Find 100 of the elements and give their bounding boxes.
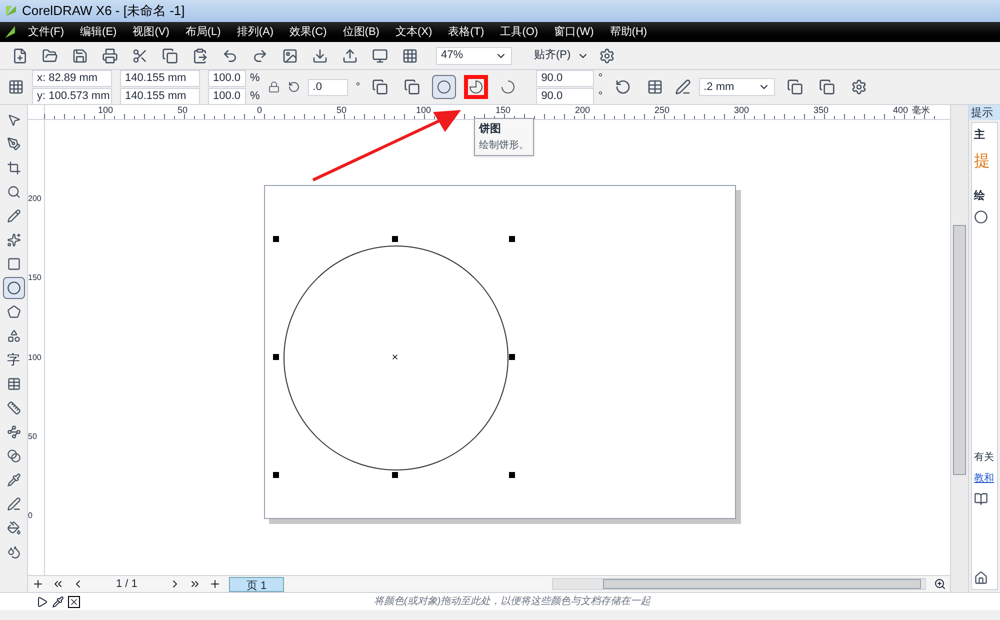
palette-hint: 将颜色(或对象)拖动至此处，以便将这些颜色与文档存储在一起 [374, 594, 651, 609]
outline-dropdown[interactable]: .2 mm [698, 78, 775, 96]
scissors-icon [132, 48, 148, 64]
menu-item[interactable]: 窗口(W) [546, 24, 602, 40]
selection-handle[interactable] [509, 354, 515, 360]
circle-icon [974, 210, 988, 224]
gear-icon [850, 79, 867, 95]
input-field[interactable]: 100.0 [208, 88, 246, 104]
pen-icon [6, 137, 20, 151]
selection-handle[interactable] [273, 472, 279, 478]
image-icon [282, 48, 298, 64]
ruler-label: 100 [416, 105, 432, 115]
app-logo-icon [4, 25, 16, 39]
zoom-dropdown[interactable]: 47% [436, 46, 512, 64]
selection-handle[interactable] [392, 472, 398, 478]
input-field[interactable]: 140.155 mm [120, 70, 200, 86]
lock-icon [268, 81, 280, 93]
pipette-icon [52, 596, 64, 608]
ruler-icon [6, 401, 20, 415]
page-count: 1 / 1 [116, 576, 138, 592]
rotate-icon [288, 81, 300, 93]
ruler-label: 50 [178, 105, 188, 115]
selection-handle[interactable] [392, 236, 398, 242]
menu-item[interactable]: 布局(L) [177, 24, 229, 40]
ruler-label: 250 [654, 105, 670, 115]
vertical-scrollbar[interactable] [950, 105, 968, 592]
magnifier-icon [6, 185, 20, 199]
square-icon [6, 257, 20, 271]
blend-icon [6, 449, 20, 463]
input-field[interactable]: 90.0 [536, 88, 594, 104]
ruler-label: 50 [336, 105, 347, 115]
circle-icon [437, 80, 452, 94]
arc-icon [501, 80, 516, 94]
input-field[interactable]: y: 100.573 mm [32, 88, 112, 104]
ruler-unit: 毫米 [912, 105, 930, 115]
menu-item[interactable]: 工具(O) [492, 24, 546, 40]
menu-item[interactable]: 视图(V) [124, 24, 178, 40]
sparkles-icon [6, 233, 20, 247]
pipette-icon [6, 473, 20, 487]
input-field[interactable]: .0 [308, 78, 348, 96]
window-title: CorelDRAW X6 - [未命名 -1] [22, 2, 185, 20]
ruler-label: 350 [814, 105, 829, 115]
home-icon [974, 571, 988, 585]
center-mark-icon [391, 353, 399, 361]
arc-type-button[interactable] [464, 75, 488, 99]
input-field[interactable]: 140.155 mm [120, 88, 200, 104]
menu-item[interactable]: 效果(C) [282, 24, 335, 40]
no-color-icon [68, 596, 80, 608]
horizontal-scrollbar[interactable] [552, 578, 926, 590]
page-tab[interactable]: 页 1 [229, 576, 284, 592]
tooltip-title: 饼图 [479, 122, 502, 137]
menu-item[interactable]: 排列(A) [228, 24, 282, 40]
outline-value: .2 mm [704, 80, 734, 95]
new-file-icon [12, 48, 28, 64]
pentagon-icon [6, 305, 20, 319]
input-field[interactable]: 90.0 [536, 70, 594, 86]
tool-button[interactable] [2, 277, 24, 299]
menu-item[interactable]: 文件(F) [20, 24, 72, 40]
redo-icon [252, 48, 268, 64]
ruler-label: 200 [575, 105, 590, 115]
monitor-icon [372, 48, 388, 64]
arc-type-button[interactable] [432, 75, 456, 99]
input-field[interactable]: x: 82.89 mm [32, 70, 112, 86]
play-icon [36, 596, 48, 608]
pointer-icon [6, 113, 20, 127]
unit-label: ° [598, 88, 603, 104]
menu-item[interactable]: 文本(X) [387, 24, 440, 40]
menu-item[interactable]: 位图(B) [334, 24, 388, 40]
ruler-label: 50 [28, 432, 37, 441]
docker-subheading: 绘 [974, 188, 986, 204]
menu-item[interactable]: 表格(T) [440, 24, 492, 40]
input-field[interactable]: 100.0 [208, 70, 246, 86]
selection-handle[interactable] [273, 354, 279, 360]
add-page-icon [209, 578, 222, 590]
paint-bucket-icon [6, 521, 20, 535]
circle-icon [6, 281, 20, 295]
tool-button[interactable]: 字 [2, 349, 24, 371]
first-page-icon [52, 578, 64, 590]
unit-label: % [250, 88, 260, 104]
selection-handle[interactable] [509, 236, 515, 242]
snap-button[interactable]: 贴齐(P) [534, 47, 571, 64]
copy-icon [162, 48, 178, 64]
book-icon [974, 492, 988, 506]
docker-tab[interactable]: 提示 [969, 105, 1000, 120]
table-icon [6, 377, 20, 391]
grid-icon [402, 48, 418, 64]
rotate-icon [614, 79, 631, 95]
ruler-label: 100 [28, 352, 42, 362]
pencil-icon [6, 209, 20, 223]
docker-heading: 提 [974, 152, 991, 172]
menu-item[interactable]: 编辑(E) [72, 24, 125, 40]
grid-icon [8, 79, 24, 95]
pie-icon [469, 80, 484, 94]
printer-icon [102, 48, 118, 64]
crop-icon [6, 161, 20, 175]
selection-handle[interactable] [273, 236, 279, 242]
add-page-icon [32, 578, 44, 590]
ruler-label: 200 [28, 194, 42, 203]
menu-item[interactable]: 帮助(H) [602, 24, 656, 40]
selection-handle[interactable] [509, 472, 515, 478]
